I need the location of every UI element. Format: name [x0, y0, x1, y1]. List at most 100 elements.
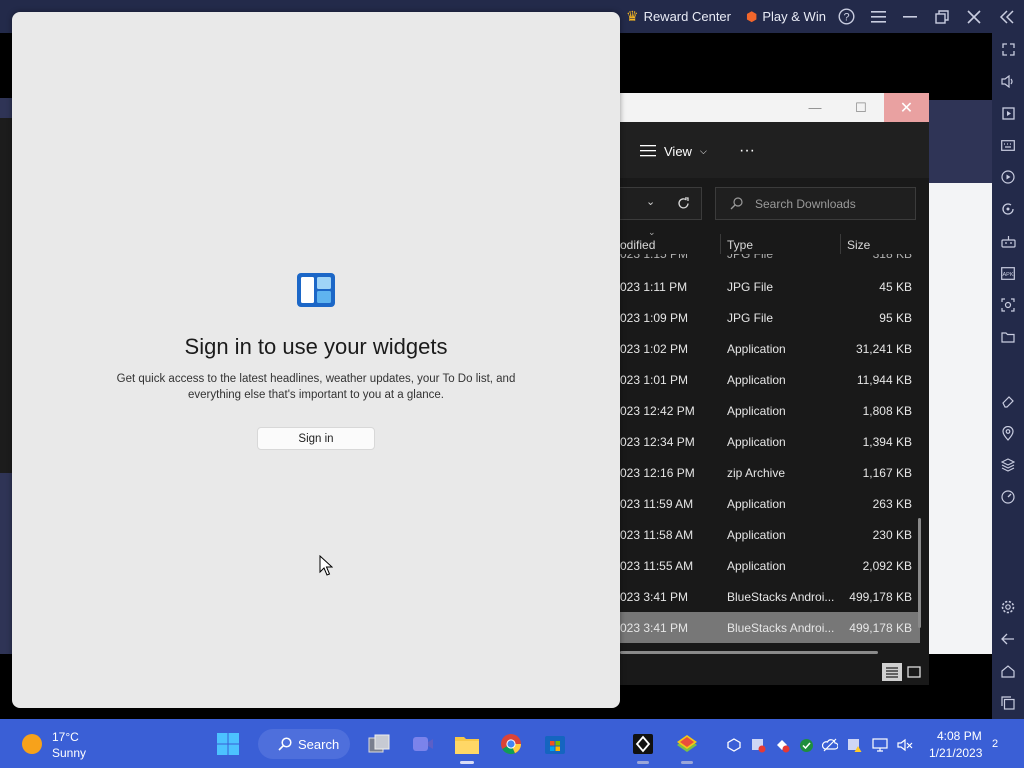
column-header-type[interactable]: Type [727, 238, 753, 252]
explorer-close-button[interactable]: ✕ [884, 93, 929, 122]
table-row[interactable]: 023 11:58 AM Application 230 KB [620, 519, 920, 550]
close-icon[interactable] [967, 0, 981, 33]
back-icon[interactable] [998, 629, 1018, 649]
play-win-button[interactable]: ⬢ Play & Win [746, 0, 826, 33]
search-icon [730, 197, 743, 210]
column-header-date[interactable]: odified [620, 238, 655, 252]
layers-icon[interactable] [998, 455, 1018, 475]
tray-security-icon[interactable] [750, 737, 766, 753]
address-bar[interactable]: ⌄ [620, 187, 702, 220]
tray-update-icon[interactable] [798, 737, 814, 753]
row-type: Application [727, 403, 786, 418]
row-date: 023 1:15 PM [620, 254, 688, 263]
rotate-icon[interactable] [998, 199, 1018, 219]
table-row-selected[interactable]: 023 3:41 PM BlueStacks Androi... 499,178 K… [620, 612, 920, 643]
eraser-icon[interactable] [998, 391, 1018, 411]
home-icon[interactable] [998, 661, 1018, 681]
table-row[interactable]: 023 12:34 PM Application 1,394 KB [620, 426, 920, 457]
sun-weather-icon[interactable] [22, 734, 42, 754]
sign-in-button[interactable]: Sign in [257, 427, 375, 450]
explorer-minimize-icon[interactable]: — [792, 93, 838, 122]
weather-temperature[interactable]: 17°C [52, 730, 79, 744]
tray-app-icon[interactable] [726, 737, 742, 753]
column-headers: ⌄ odified Type Size [620, 227, 920, 254]
vertical-scrollbar[interactable] [918, 518, 921, 628]
clock-time[interactable]: 4:08 PM [937, 729, 982, 743]
microsoft-store-icon[interactable] [542, 731, 568, 757]
folder-icon[interactable] [998, 327, 1018, 347]
teams-chat-icon[interactable] [410, 731, 436, 757]
table-row[interactable]: 023 1:11 PM JPG File 45 KB [620, 271, 920, 302]
row-size: 11,944 KB [856, 372, 912, 387]
volume-icon[interactable] [998, 71, 1018, 91]
table-row[interactable]: 023 12:16 PM zip Archive 1,167 KB [620, 457, 920, 488]
column-divider[interactable] [840, 234, 841, 254]
game-controls-icon[interactable] [998, 231, 1018, 251]
task-view-icon[interactable] [366, 731, 392, 757]
background-window-left-dark [0, 118, 12, 473]
column-header-size[interactable]: Size [847, 238, 870, 252]
table-row[interactable]: 023 12:42 PM Application 1,808 KB [620, 395, 920, 426]
weather-description[interactable]: Sunny [52, 746, 86, 760]
volume-muted-icon[interactable] [897, 737, 913, 753]
more-options-button[interactable]: ··· [735, 138, 759, 164]
tray-alert-icon[interactable] [846, 737, 862, 753]
horizontal-scrollbar[interactable] [620, 651, 878, 654]
address-dropdown-icon[interactable]: ⌄ [646, 195, 655, 208]
file-explorer-icon[interactable] [454, 731, 480, 757]
search-input[interactable]: Search Downloads [715, 187, 916, 220]
help-icon[interactable]: ? [838, 0, 855, 33]
row-size: 1,167 KB [862, 465, 912, 480]
keyboard-icon[interactable] [998, 135, 1018, 155]
table-row[interactable]: 023 3:41 PM BlueStacks Androi... 499,178 K… [620, 581, 920, 612]
epic-games-icon[interactable] [630, 731, 656, 757]
row-date: 023 11:55 AM [620, 558, 694, 573]
row-size: 1,808 KB [862, 403, 912, 418]
view-menu-button[interactable]: View ⌵ [640, 138, 707, 164]
reward-center-button[interactable]: ♛ Reward Center [626, 0, 731, 33]
tray-game-icon[interactable] [774, 737, 790, 753]
taskbar-search-button[interactable]: Search [258, 729, 350, 759]
table-row[interactable]: 023 1:09 PM JPG File 95 KB [620, 302, 920, 333]
details-view-icon[interactable] [882, 663, 902, 681]
notification-count-badge[interactable]: 2 [992, 738, 998, 750]
location-icon[interactable] [998, 423, 1018, 443]
performance-icon[interactable] [998, 487, 1018, 507]
minimize-icon[interactable] [903, 0, 917, 33]
recent-apps-icon[interactable] [998, 693, 1018, 713]
macro-icon[interactable] [998, 167, 1018, 187]
table-row[interactable]: 023 1:02 PM Application 31,241 KB [620, 333, 920, 364]
apk-icon[interactable]: APK [998, 263, 1018, 283]
settings-icon[interactable] [998, 597, 1018, 617]
table-row[interactable]: 023 11:55 AM Application 2,092 KB [620, 550, 920, 581]
refresh-icon[interactable] [677, 197, 690, 210]
restore-icon[interactable] [935, 0, 949, 33]
display-icon[interactable] [872, 737, 888, 753]
collapse-sidebar-icon[interactable] [999, 0, 1015, 33]
screenshot-icon[interactable] [998, 295, 1018, 315]
row-date: 023 1:11 PM [620, 279, 688, 294]
row-date: 023 12:16 PM [620, 465, 695, 480]
row-size: 499,178 KB [849, 589, 912, 604]
row-type: Application [727, 527, 786, 542]
chrome-icon[interactable] [498, 731, 524, 757]
onedrive-offline-icon[interactable] [822, 737, 838, 753]
media-manager-icon[interactable] [998, 103, 1018, 123]
fullscreen-icon[interactable] [998, 39, 1018, 59]
row-size: 45 KB [879, 279, 912, 294]
tiles-view-icon[interactable] [905, 663, 923, 681]
table-row[interactable]: 023 11:59 AM Application 263 KB [620, 488, 920, 519]
search-icon [278, 737, 292, 751]
row-date: 023 11:59 AM [620, 496, 694, 511]
table-row[interactable]: 023 1:01 PM Application 11,944 KB [620, 364, 920, 395]
table-row[interactable]: 023 1:15 PM JPG File 318 KB [620, 254, 920, 263]
menu-icon[interactable] [871, 0, 886, 33]
explorer-maximize-icon[interactable]: ☐ [838, 93, 884, 122]
row-date: 023 3:41 PM [620, 620, 689, 635]
file-list: 023 1:15 PM JPG File 318 KB [620, 254, 920, 263]
column-divider[interactable] [720, 234, 721, 254]
row-size: 1,394 KB [862, 434, 912, 449]
bluestacks-icon[interactable] [674, 731, 700, 757]
clock-date[interactable]: 1/21/2023 [929, 746, 982, 760]
start-button[interactable] [215, 731, 241, 757]
